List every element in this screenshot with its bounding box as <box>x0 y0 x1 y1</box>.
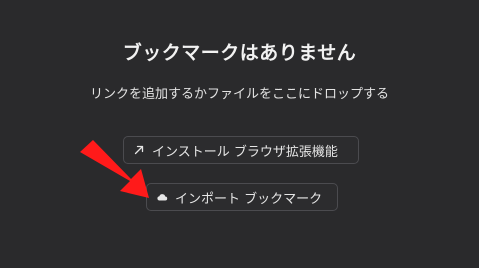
empty-state-title: ブックマークはありません <box>122 42 357 64</box>
red-annotation-arrow-icon <box>80 140 149 198</box>
empty-state-subtitle: リンクを追加するかファイルをここにドロップする <box>89 87 389 102</box>
import-bookmarks-button[interactable]: インポート ブックマーク <box>146 183 338 211</box>
install-browser-extension-button[interactable]: インストール ブラウザ拡張機能 <box>123 136 359 164</box>
install-browser-extension-label: インストール ブラウザ拡張機能 <box>152 144 338 160</box>
import-bookmarks-label: インポート ブックマーク <box>175 191 323 207</box>
